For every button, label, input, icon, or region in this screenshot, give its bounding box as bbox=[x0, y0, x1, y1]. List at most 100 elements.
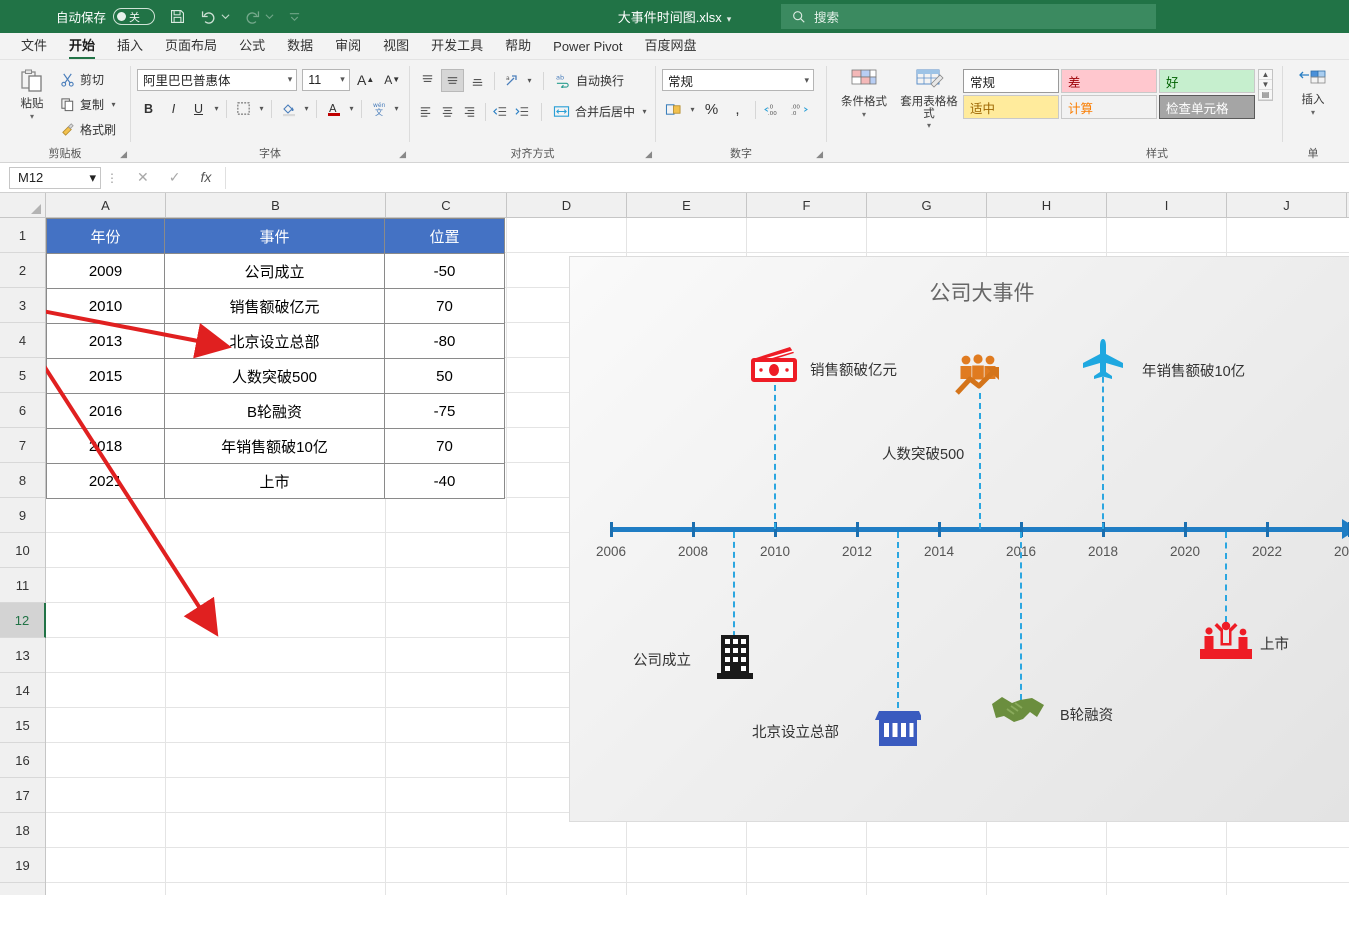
name-box[interactable]: M12 ▾ bbox=[9, 167, 101, 189]
row-header-9[interactable]: 9 bbox=[0, 498, 45, 533]
confirm-icon[interactable]: ✓ bbox=[169, 169, 181, 186]
font-size-dropdown-icon[interactable]: ▾ bbox=[337, 74, 345, 85]
formula-input[interactable] bbox=[225, 167, 1343, 189]
row-header-20[interactable]: 20 bbox=[0, 883, 45, 895]
tab-home[interactable]: 开始 bbox=[58, 32, 106, 59]
cell-a3[interactable]: 2010 bbox=[47, 289, 165, 324]
row-header-5[interactable]: 5 bbox=[0, 358, 45, 393]
row-header-11[interactable]: 11 bbox=[0, 568, 45, 603]
number-format-select[interactable]: 常规 ▾ bbox=[662, 69, 814, 91]
orientation-dropdown-icon[interactable]: ▾ bbox=[525, 76, 534, 85]
redo-icon[interactable] bbox=[244, 8, 261, 25]
cell-b5[interactable]: 人数突破500 bbox=[165, 359, 385, 394]
cell-a4[interactable]: 2013 bbox=[47, 324, 165, 359]
tab-file[interactable]: 文件 bbox=[10, 32, 58, 59]
row-header-1[interactable]: 1 bbox=[0, 218, 45, 253]
cell-b8[interactable]: 上市 bbox=[165, 464, 385, 499]
format-as-table-dropdown-icon[interactable]: ▾ bbox=[927, 121, 931, 130]
row-header-8[interactable]: 8 bbox=[0, 463, 45, 498]
column-header-g[interactable]: G bbox=[867, 193, 987, 217]
borders-dropdown-icon[interactable]: ▾ bbox=[257, 104, 266, 113]
insert-function-icon[interactable]: fx bbox=[200, 169, 211, 186]
styles-scroll-up-icon[interactable]: ▲ bbox=[1259, 70, 1272, 80]
tab-view[interactable]: 视图 bbox=[372, 32, 420, 59]
phonetic-guide-icon[interactable]: wén文 bbox=[367, 97, 390, 120]
column-header-e[interactable]: E bbox=[627, 193, 747, 217]
conditional-formatting-dropdown-icon[interactable]: ▾ bbox=[862, 110, 866, 119]
row-header-12[interactable]: 12 bbox=[0, 603, 46, 638]
align-middle-icon[interactable] bbox=[441, 69, 464, 92]
row-header-17[interactable]: 17 bbox=[0, 778, 45, 813]
decrease-indent-icon[interactable] bbox=[490, 100, 510, 123]
cell-c4[interactable]: -80 bbox=[385, 324, 505, 359]
underline-dropdown-icon[interactable]: ▾ bbox=[212, 104, 221, 113]
insert-cells-button[interactable]: 插入 ▾ bbox=[1289, 64, 1337, 117]
tab-formulas[interactable]: 公式 bbox=[228, 32, 276, 59]
cell-style-normal[interactable]: 常规 bbox=[963, 69, 1059, 93]
row-header-15[interactable]: 15 bbox=[0, 708, 45, 743]
cut-button[interactable]: 剪切 bbox=[58, 67, 118, 92]
orientation-icon[interactable]: a bbox=[500, 69, 523, 92]
alignment-dialog-launcher-icon[interactable]: ◢ bbox=[645, 149, 652, 160]
underline-button[interactable]: U bbox=[187, 97, 210, 120]
conditional-formatting-button[interactable]: 条件格式 ▾ bbox=[833, 64, 895, 119]
percent-style-icon[interactable]: % bbox=[700, 98, 723, 121]
decrease-decimal-icon[interactable]: .0.00 bbox=[762, 98, 785, 121]
data-table[interactable]: 年份 事件 位置 2009公司成立-50 2010销售额破亿元70 2013北京… bbox=[46, 218, 505, 499]
decrease-font-size-icon[interactable]: A▼ bbox=[381, 68, 403, 91]
copy-button[interactable]: 复制 ▾ bbox=[58, 92, 118, 117]
cell-c2[interactable]: -50 bbox=[385, 254, 505, 289]
customize-quick-access-icon[interactable] bbox=[288, 10, 301, 23]
font-name-input[interactable]: 阿里巴巴普惠体 ▾ bbox=[137, 69, 297, 91]
cell-a2[interactable]: 2009 bbox=[47, 254, 165, 289]
cell-styles-scrollbar[interactable]: ▲ ▼ ▤ bbox=[1258, 69, 1273, 101]
cell-b7[interactable]: 年销售额破10亿 bbox=[165, 429, 385, 464]
italic-button[interactable]: I bbox=[162, 97, 185, 120]
paste-button[interactable]: 粘贴 ▾ bbox=[6, 64, 58, 121]
row-header-19[interactable]: 19 bbox=[0, 848, 45, 883]
align-bottom-icon[interactable] bbox=[466, 69, 489, 92]
align-center-icon[interactable] bbox=[438, 100, 458, 123]
cell-style-bad[interactable]: 差 bbox=[1061, 69, 1157, 93]
column-header-d[interactable]: D bbox=[507, 193, 627, 217]
tab-power-pivot[interactable]: Power Pivot bbox=[542, 36, 633, 59]
bold-button[interactable]: B bbox=[137, 97, 160, 120]
column-header-a[interactable]: A bbox=[46, 193, 166, 217]
styles-more-icon[interactable]: ▤ bbox=[1259, 90, 1272, 100]
row-header-18[interactable]: 18 bbox=[0, 813, 45, 848]
cell-c7[interactable]: 70 bbox=[385, 429, 505, 464]
cell-styles-gallery[interactable]: 常规 差 好 适中 计算 检查单元格 bbox=[963, 69, 1255, 119]
accounting-dropdown-icon[interactable]: ▾ bbox=[688, 105, 697, 114]
cell-style-neutral[interactable]: 适中 bbox=[963, 95, 1059, 119]
cell-c5[interactable]: 50 bbox=[385, 359, 505, 394]
undo-icon[interactable] bbox=[200, 8, 217, 25]
save-icon[interactable] bbox=[169, 8, 186, 25]
name-box-dropdown-icon[interactable]: ▾ bbox=[89, 170, 96, 186]
autosave-control[interactable]: 自动保存 关 bbox=[56, 7, 155, 26]
fill-color-dropdown-icon[interactable]: ▾ bbox=[302, 104, 311, 113]
cell-a6[interactable]: 2016 bbox=[47, 394, 165, 429]
increase-decimal-icon[interactable]: .00.0 bbox=[788, 98, 811, 121]
font-dialog-launcher-icon[interactable]: ◢ bbox=[399, 149, 406, 160]
redo-dropdown-icon[interactable] bbox=[265, 12, 274, 21]
row-header-2[interactable]: 2 bbox=[0, 253, 45, 288]
formula-bar-handle[interactable]: ⋮ bbox=[101, 171, 123, 185]
align-top-icon[interactable] bbox=[416, 69, 439, 92]
format-as-table-button[interactable]: 套用表格格式 ▾ bbox=[895, 64, 963, 130]
tab-data[interactable]: 数据 bbox=[276, 32, 324, 59]
search-box[interactable]: 搜索 bbox=[781, 4, 1156, 29]
autosave-toggle[interactable]: 关 bbox=[113, 8, 155, 25]
row-header-14[interactable]: 14 bbox=[0, 673, 45, 708]
title-chevron-icon[interactable]: ▾ bbox=[727, 14, 732, 24]
comma-style-icon[interactable]: , bbox=[726, 98, 749, 121]
align-left-icon[interactable] bbox=[416, 100, 436, 123]
sheet-canvas[interactable]: 年份 事件 位置 2009公司成立-50 2010销售额破亿元70 2013北京… bbox=[46, 218, 1349, 895]
row-header-6[interactable]: 6 bbox=[0, 393, 45, 428]
font-color-dropdown-icon[interactable]: ▾ bbox=[347, 104, 356, 113]
increase-indent-icon[interactable] bbox=[512, 100, 532, 123]
font-name-dropdown-icon[interactable]: ▾ bbox=[285, 74, 293, 85]
merge-center-dropdown-icon[interactable]: ▾ bbox=[640, 107, 649, 116]
cell-a7[interactable]: 2018 bbox=[47, 429, 165, 464]
clipboard-dialog-launcher-icon[interactable]: ◢ bbox=[120, 149, 127, 160]
row-header-4[interactable]: 4 bbox=[0, 323, 45, 358]
